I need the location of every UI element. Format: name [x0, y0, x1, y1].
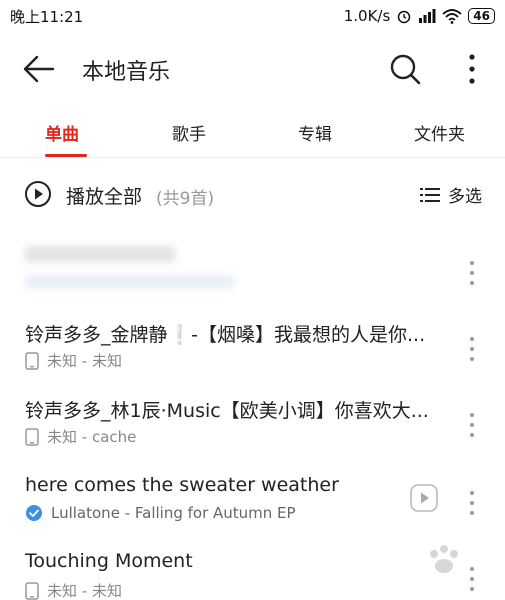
page-title: 本地音乐 — [82, 60, 171, 85]
video-play-icon[interactable] — [410, 484, 438, 512]
tab-songs[interactable]: 单曲 — [45, 120, 79, 145]
song-more-icon[interactable] — [462, 334, 482, 364]
song-more-icon[interactable] — [462, 488, 482, 518]
search-icon[interactable] — [388, 52, 422, 86]
multi-select-button[interactable]: 多选 — [420, 182, 482, 207]
tab-folders[interactable]: 文件夹 — [414, 120, 465, 145]
active-tab-indicator — [45, 154, 87, 157]
tab-bar: 单曲 歌手 专辑 文件夹 — [0, 108, 505, 158]
app-bar: 本地音乐 — [0, 40, 505, 98]
song-more-icon[interactable] — [462, 410, 482, 440]
song-title: 铃声多多_金牌静❕-【烟嗓】我最想的人是你... — [25, 324, 426, 346]
song-row[interactable]: 铃声多多_林1辰·Music【欧美小调】你喜欢大... 未知 - cache — [0, 396, 505, 474]
status-icons: 1.0K/s 46 — [344, 7, 495, 25]
phone-icon — [25, 581, 39, 600]
song-more-icon[interactable] — [462, 258, 482, 288]
song-row[interactable]: 铃声多多_金牌静❕-【烟嗓】我最想的人是你... 未知 - 未知 — [0, 320, 505, 398]
song-row[interactable] — [0, 244, 505, 322]
song-artist-album: 未知 - cache — [47, 428, 137, 446]
blurred-title-placeholder — [25, 246, 175, 262]
play-all-button[interactable]: 播放全部 — [66, 182, 142, 209]
phone-icon — [25, 351, 39, 370]
song-subtitle: 未知 - cache — [25, 426, 136, 447]
song-title: here comes the sweater weather — [25, 474, 339, 496]
status-bar: 晚上11:21 1.0K/s 46 — [0, 0, 505, 32]
alarm-icon — [398, 10, 411, 24]
song-subtitle: 未知 - 未知 — [25, 350, 122, 371]
back-arrow-icon[interactable] — [22, 54, 56, 84]
blurred-subtitle-placeholder — [25, 275, 235, 288]
song-count: (共9首) — [156, 189, 215, 209]
list-icon — [420, 187, 440, 202]
multi-select-label: 多选 — [448, 187, 482, 207]
more-options-icon[interactable] — [462, 52, 482, 86]
song-artist-album: 未知 - 未知 — [47, 582, 122, 600]
song-artist-album: 未知 - 未知 — [47, 352, 122, 370]
phone-icon — [25, 427, 39, 446]
song-artist-album: Lullatone - Falling for Autumn EP — [51, 504, 296, 522]
tab-albums[interactable]: 专辑 — [298, 120, 332, 145]
status-time: 晚上11:21 — [10, 7, 84, 26]
tab-artists[interactable]: 歌手 — [172, 120, 206, 145]
battery-indicator: 46 — [468, 8, 495, 24]
net-speed: 1.0K/s — [343, 7, 391, 25]
signal-icon — [419, 9, 436, 23]
play-all-icon[interactable] — [24, 180, 52, 208]
baidu-watermark-logo — [430, 545, 458, 573]
song-title: 铃声多多_林1辰·Music【欧美小调】你喜欢大... — [25, 400, 429, 422]
wifi-icon — [442, 9, 462, 24]
check-circle-icon — [26, 505, 42, 521]
song-subtitle: Lullatone - Falling for Autumn EP — [25, 504, 296, 522]
play-all-bar: 播放全部 (共9首) 多选 — [0, 170, 505, 216]
song-subtitle: 未知 - 未知 — [25, 580, 122, 600]
